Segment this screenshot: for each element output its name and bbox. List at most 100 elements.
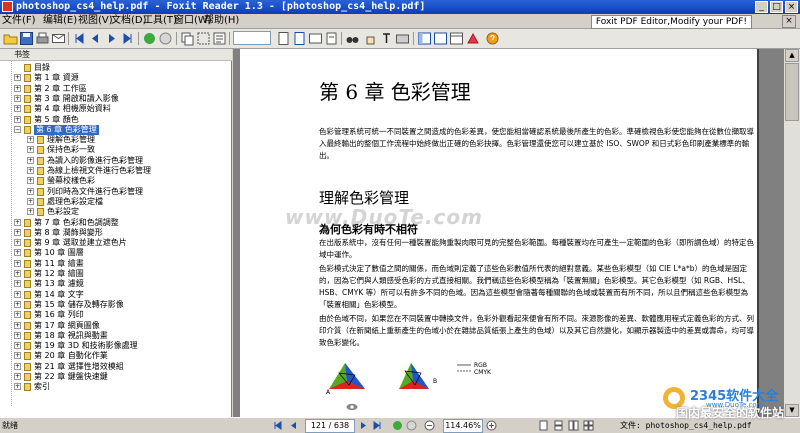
eye-icon — [346, 403, 358, 411]
expand-icon[interactable]: + — [27, 208, 34, 216]
document-close-button[interactable]: × — [782, 15, 796, 28]
single-page-view-icon[interactable] — [538, 420, 549, 431]
ad-banner[interactable]: Foxit PDF Editor,Modify your PDF! — [590, 15, 752, 29]
email-icon[interactable] — [51, 31, 66, 46]
gamut-figure-a — [329, 363, 365, 389]
menu-view[interactable]: 视图(V) — [78, 14, 113, 28]
status-last-page-icon[interactable] — [372, 420, 383, 431]
zoom-combo[interactable] — [233, 31, 271, 45]
continuous-view-icon[interactable] — [553, 420, 564, 431]
expand-icon[interactable]: + — [14, 290, 21, 298]
status-first-page-icon[interactable] — [272, 420, 283, 431]
collapse-icon[interactable]: − — [14, 125, 21, 133]
expand-icon[interactable]: + — [14, 270, 21, 277]
bookmark-icon — [24, 331, 31, 340]
go-back-icon[interactable] — [142, 31, 157, 46]
menu-file[interactable]: 文件(F) — [2, 14, 36, 28]
expand-icon[interactable]: + — [27, 187, 34, 195]
bookmark-pane[interactable]: 目錄 + 第 1 章 資源 + 第 2 章 工作區 + 第 3 章 開啟和讀入影像 + 第 4 … — [0, 61, 232, 417]
expand-icon[interactable]: + — [14, 311, 21, 319]
expand-icon[interactable]: + — [14, 280, 21, 288]
fit-page-icon[interactable] — [292, 31, 307, 46]
watermark-slogan: 国内最安全的软件站 — [676, 406, 785, 420]
expand-icon[interactable]: + — [14, 362, 21, 370]
duote-watermark: www.DuoTe.com — [285, 205, 483, 229]
text-select-icon[interactable] — [379, 31, 394, 46]
bookmark-icon — [24, 362, 31, 371]
expand-icon[interactable]: + — [14, 373, 21, 380]
expand-icon[interactable]: + — [14, 352, 21, 360]
page-number-field[interactable]: 121 / 638 — [305, 419, 355, 433]
expand-icon[interactable]: + — [14, 321, 21, 329]
expand-icon[interactable]: + — [27, 167, 34, 174]
select-icon[interactable] — [196, 31, 211, 46]
bookmark-icon — [24, 352, 31, 361]
zoom-out-icon[interactable] — [424, 420, 435, 431]
actual-size-icon[interactable] — [276, 31, 291, 46]
find-icon[interactable] — [212, 31, 227, 46]
minimize-button[interactable]: _ — [755, 1, 768, 13]
next-page-icon[interactable] — [104, 31, 119, 46]
typewriter-icon[interactable] — [466, 31, 481, 46]
expand-icon[interactable]: + — [27, 136, 34, 144]
thumbnails-icon[interactable] — [433, 31, 448, 46]
maximize-button[interactable]: □ — [770, 1, 783, 13]
expand-icon[interactable]: + — [27, 156, 34, 164]
copy-icon[interactable] — [180, 31, 195, 46]
continuous-facing-view-icon[interactable] — [583, 420, 594, 431]
expand-icon[interactable]: + — [14, 342, 21, 350]
help-icon[interactable] — [485, 31, 500, 46]
save-icon[interactable] — [19, 31, 34, 46]
expand-icon[interactable]: + — [14, 74, 21, 82]
vertical-scrollbar[interactable]: ▲ ▼ — [784, 49, 800, 417]
scroll-up-button[interactable]: ▲ — [785, 49, 799, 62]
document-area[interactable]: 第 6 章 色彩管理 色彩管理系統可統一不同裝置之間造成的色彩差異，使您能相當確… — [233, 49, 800, 417]
zoom-level-field[interactable]: 114.46% — [443, 419, 483, 433]
expand-icon[interactable]: + — [14, 239, 21, 247]
scroll-thumb[interactable] — [785, 63, 799, 121]
layers-icon[interactable] — [449, 31, 464, 46]
snapshot-icon[interactable] — [395, 31, 410, 46]
open-folder-icon[interactable] — [3, 31, 18, 46]
expand-icon[interactable]: + — [14, 331, 21, 339]
expand-icon[interactable]: + — [14, 249, 21, 257]
expand-icon[interactable]: + — [14, 115, 21, 123]
facing-view-icon[interactable] — [568, 420, 579, 431]
menu-document[interactable]: 文档(D) — [111, 14, 147, 28]
status-next-page-icon[interactable] — [358, 420, 369, 431]
close-button[interactable]: × — [785, 1, 798, 13]
expand-icon[interactable]: + — [14, 105, 21, 113]
expand-icon[interactable]: + — [14, 94, 21, 102]
menu-edit[interactable]: 编辑(E) — [43, 14, 77, 28]
expand-icon[interactable]: + — [27, 146, 34, 154]
status-prev-page-icon[interactable] — [288, 420, 299, 431]
bookmark-icon — [37, 136, 44, 145]
menu-help[interactable]: 帮助(H) — [204, 14, 239, 28]
expand-icon[interactable]: + — [14, 383, 21, 391]
first-page-icon[interactable] — [72, 31, 87, 46]
prev-page-icon[interactable] — [88, 31, 103, 46]
binoculars-icon[interactable] — [345, 31, 360, 46]
hand-tool-icon[interactable] — [363, 31, 378, 46]
rotate-icon[interactable] — [324, 31, 339, 46]
bookmark-icon — [24, 270, 31, 278]
expand-icon[interactable]: + — [14, 218, 21, 226]
expand-icon[interactable]: + — [14, 259, 21, 267]
status-text: 就绪 — [2, 421, 18, 430]
expand-icon[interactable]: + — [14, 300, 21, 308]
expand-icon[interactable]: + — [27, 177, 34, 185]
expand-icon[interactable]: + — [14, 228, 21, 236]
bookmark-label: 第 11 章 繪畫 — [34, 258, 84, 268]
go-forward-icon[interactable] — [158, 31, 173, 46]
fit-width-icon[interactable] — [308, 31, 323, 46]
print-icon[interactable] — [35, 31, 50, 46]
status-back-icon[interactable] — [392, 420, 403, 431]
last-page-icon[interactable] — [120, 31, 135, 46]
expand-icon[interactable]: + — [27, 197, 34, 205]
bookmark-pane-icon[interactable] — [417, 31, 432, 46]
zoom-in-icon[interactable] — [486, 420, 497, 431]
legend-rgb: RGB — [474, 362, 487, 369]
menu-tools[interactable]: 工具(T) — [143, 14, 177, 28]
status-forward-icon[interactable] — [406, 420, 417, 431]
expand-icon[interactable]: + — [14, 84, 21, 92]
